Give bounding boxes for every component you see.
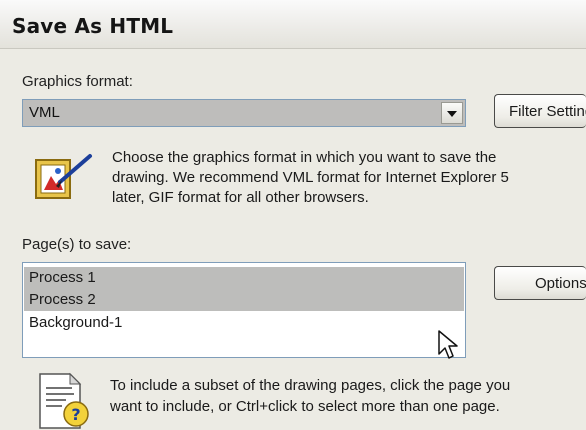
document-help-icon: ? xyxy=(39,372,89,429)
pages-to-save-label: Page(s) to save: xyxy=(22,236,132,253)
list-item-process-2[interactable]: Process 2 xyxy=(24,289,464,311)
filter-settings-button[interactable]: Filter Settings xyxy=(494,94,586,128)
filter-settings-label: Filter Settings xyxy=(509,103,586,120)
pages-hint-line-1: To include a subset of the drawing pages… xyxy=(110,377,511,394)
pages-hint-line-2: want to include, or Ctrl+click to select… xyxy=(110,398,500,415)
picture-frame-edit-icon xyxy=(35,154,92,199)
graphics-format-label: Graphics format: xyxy=(22,73,133,90)
mouse-pointer-icon xyxy=(438,330,458,359)
list-item-process-1[interactable]: Process 1 xyxy=(24,267,464,289)
graphics-description-line-3: later, GIF format for all other browsers… xyxy=(112,189,369,206)
graphics-format-value: VML xyxy=(29,104,60,121)
list-item-label: Background-1 xyxy=(29,314,123,331)
title-bar[interactable]: Save As HTML xyxy=(0,0,586,49)
dropdown-arrow-button[interactable] xyxy=(441,102,463,124)
options-label: Options xyxy=(535,275,586,292)
graphics-description-line-1: Choose the graphics format in which you … xyxy=(112,149,497,166)
list-item-label: Process 1 xyxy=(29,269,96,286)
svg-text:?: ? xyxy=(71,405,80,424)
options-button[interactable]: Options xyxy=(494,266,586,300)
list-item-background-1[interactable]: Background-1 xyxy=(24,312,464,334)
graphics-description-line-2: drawing. We recommend VML format for Int… xyxy=(112,169,509,186)
pages-listbox[interactable]: Process 1 Process 2 Background-1 xyxy=(22,262,466,358)
dialog-title: Save As HTML xyxy=(12,14,174,38)
list-item-label: Process 2 xyxy=(29,291,96,308)
graphics-format-select[interactable]: VML xyxy=(22,99,466,127)
